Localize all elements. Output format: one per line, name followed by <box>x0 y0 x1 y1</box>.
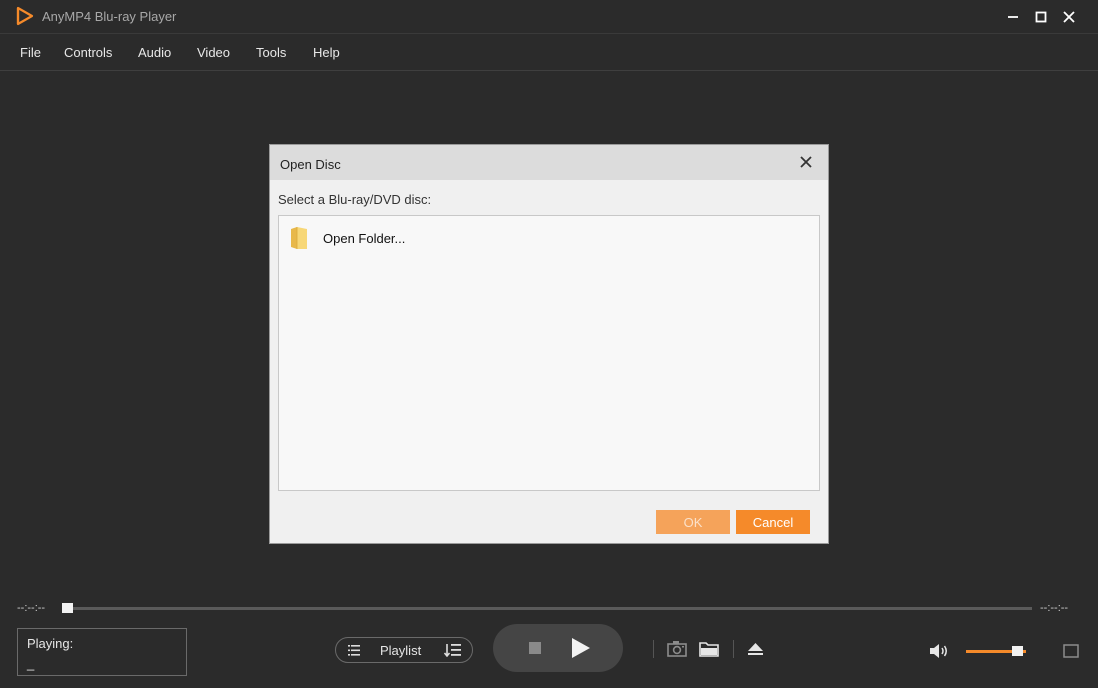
menu-audio[interactable]: Audio <box>138 45 171 60</box>
menu-bar: File Controls Audio Video Tools Help <box>0 34 1098 71</box>
stop-icon[interactable] <box>529 642 541 654</box>
dialog-header: Open Disc <box>270 145 828 180</box>
seek-thumb[interactable] <box>62 603 73 613</box>
play-icon[interactable] <box>571 637 591 659</box>
disc-list: Open Folder... <box>278 215 820 491</box>
app-logo-icon <box>16 6 34 26</box>
menu-controls[interactable]: Controls <box>64 45 112 60</box>
close-icon <box>1063 11 1075 23</box>
dialog-title: Open Disc <box>280 157 341 172</box>
cancel-button[interactable]: Cancel <box>736 510 810 534</box>
menu-tools[interactable]: Tools <box>256 45 286 60</box>
transport-controls <box>493 624 623 672</box>
camera-icon[interactable] <box>667 640 687 657</box>
playlist-button[interactable]: Playlist <box>335 637 473 663</box>
divider <box>733 640 734 658</box>
open-disc-dialog: Open Disc Select a Blu-ray/DVD disc: Ope… <box>269 144 829 544</box>
minimize-icon <box>1008 16 1018 18</box>
maximize-icon <box>1035 11 1047 23</box>
volume-icon[interactable] <box>929 642 951 660</box>
list-icon <box>348 645 360 656</box>
now-playing-value: _ <box>27 656 35 671</box>
list-item-open-folder[interactable]: Open Folder... <box>289 224 405 252</box>
total-time: --:--:-- <box>1040 602 1069 614</box>
fullscreen-icon[interactable] <box>1062 643 1080 659</box>
menu-video[interactable]: Video <box>197 45 230 60</box>
title-bar: AnyMP4 Blu-ray Player <box>0 0 1098 34</box>
now-playing-label: Playing: <box>27 636 74 651</box>
close-window-button[interactable] <box>1056 4 1082 30</box>
volume-thumb[interactable] <box>1012 646 1023 656</box>
ok-button[interactable]: OK <box>656 510 730 534</box>
current-time: --:--:-- <box>17 602 46 614</box>
seek-row: --:--:-- --:--:-- <box>0 596 1098 620</box>
dialog-prompt: Select a Blu-ray/DVD disc: <box>278 192 432 207</box>
maximize-button[interactable] <box>1028 4 1054 30</box>
app-title: AnyMP4 Blu-ray Player <box>42 9 177 24</box>
list-item-label: Open Folder... <box>323 230 406 246</box>
open-folder-icon[interactable] <box>699 640 719 657</box>
eject-icon[interactable] <box>747 642 764 656</box>
sort-icon[interactable] <box>444 643 462 657</box>
minimize-button[interactable] <box>1000 4 1026 30</box>
menu-file[interactable]: File <box>20 45 41 60</box>
now-playing-box: Playing: _ <box>17 628 187 676</box>
seek-track[interactable] <box>64 607 1032 610</box>
menu-help[interactable]: Help <box>313 45 340 60</box>
dialog-close-icon[interactable] <box>798 154 814 170</box>
playlist-label: Playlist <box>380 643 422 658</box>
divider <box>653 640 654 658</box>
folder-icon <box>291 227 307 249</box>
